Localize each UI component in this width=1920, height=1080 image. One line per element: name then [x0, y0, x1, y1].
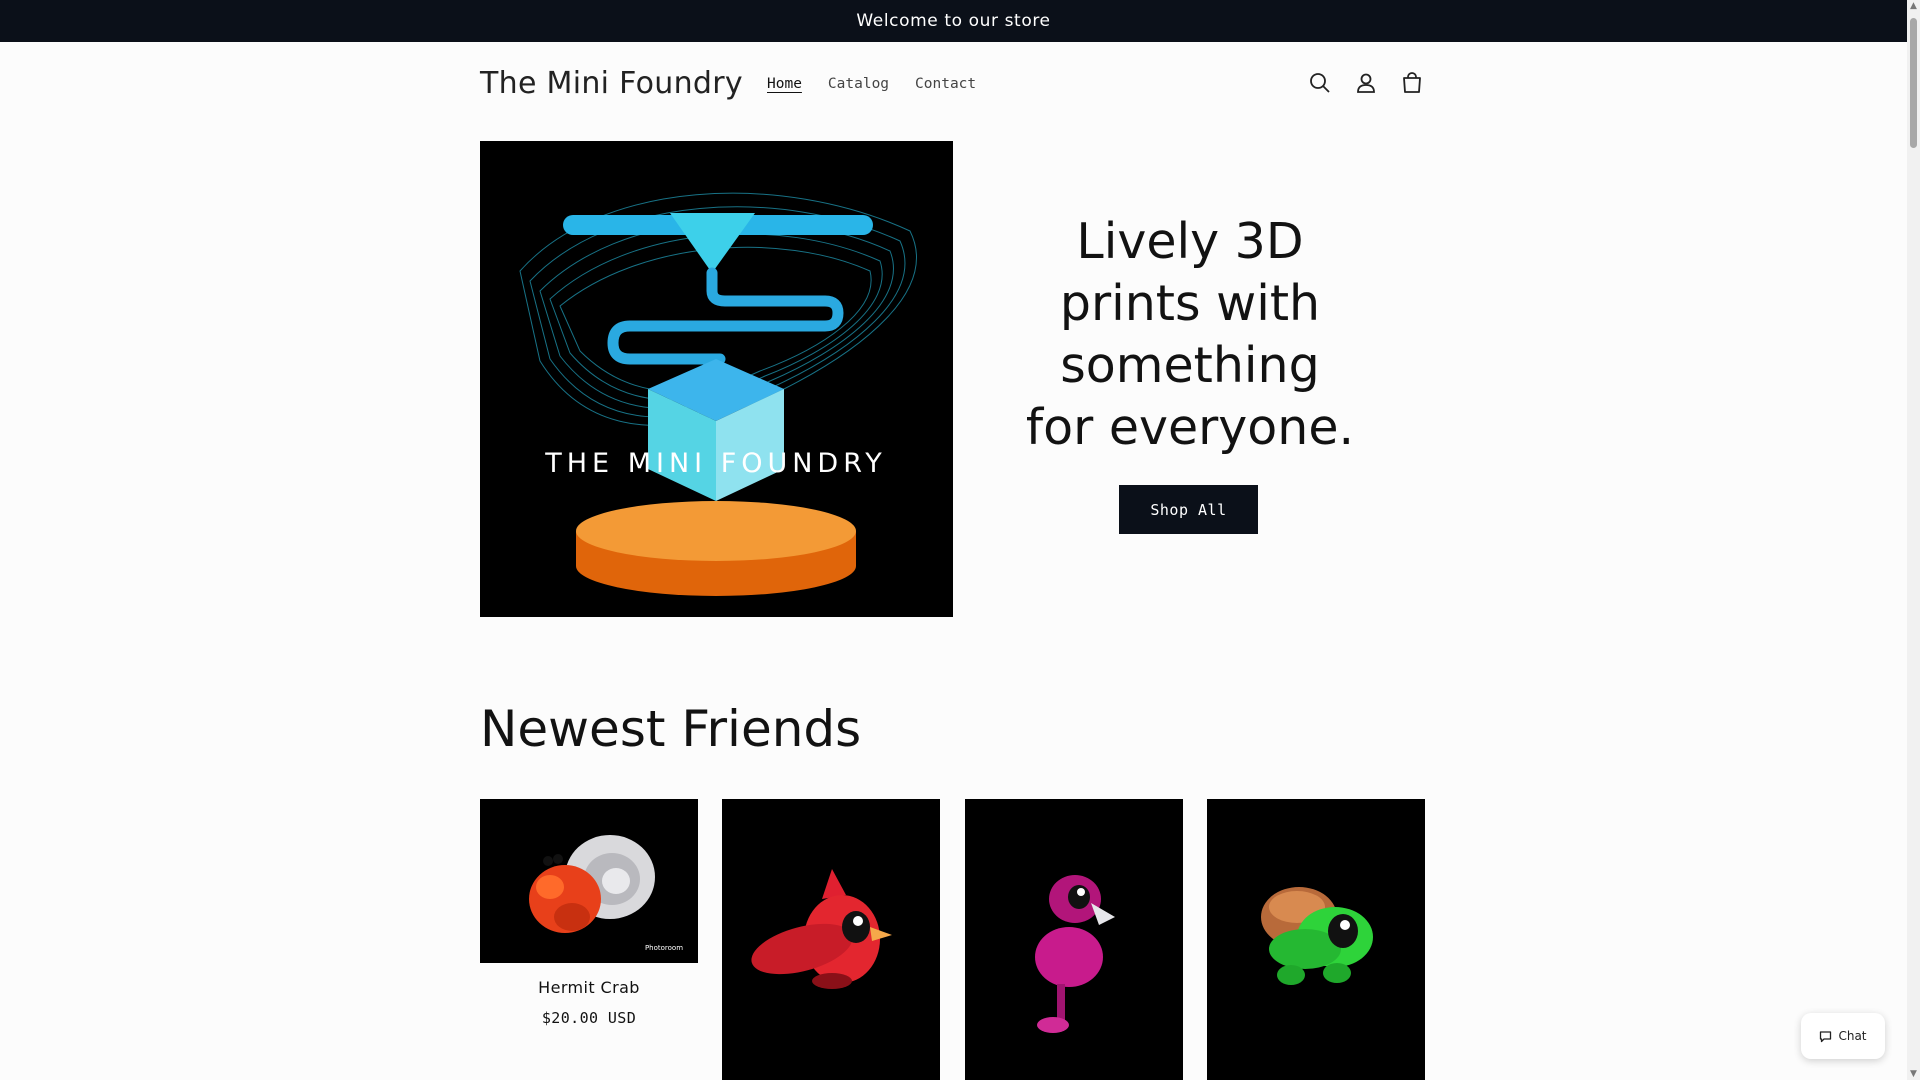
flamingo-image	[1035, 875, 1115, 1033]
cart-icon[interactable]	[1399, 70, 1425, 96]
product-card-turtle[interactable]	[1207, 799, 1425, 1080]
section-title: Newest Friends	[480, 700, 862, 758]
scroll-down-arrow-icon[interactable]: ▼	[1909, 1069, 1918, 1079]
hero-heading-line-4: for everyone.	[1025, 399, 1355, 456]
cardinal-bird-image	[751, 869, 892, 989]
search-icon[interactable]	[1307, 70, 1333, 96]
announcement-bar: Welcome to our store	[0, 0, 1907, 42]
account-icon[interactable]	[1353, 70, 1379, 96]
hero-image: THE MINI FOUNDRY	[480, 141, 953, 617]
hero-heading-line-3: something	[1060, 337, 1320, 394]
hero-heading-line-1: Lively 3D	[1076, 213, 1304, 270]
hero-heading-line-2: prints with	[1059, 275, 1321, 332]
shop-all-button[interactable]: Shop All	[1119, 485, 1258, 534]
turtle-image	[1261, 887, 1373, 985]
chat-bubble-icon	[1820, 1030, 1832, 1042]
hero-heading: Lively 3D prints with something for ever…	[1010, 211, 1370, 459]
header-icons	[1307, 70, 1425, 96]
nav-home[interactable]: Home	[766, 74, 803, 94]
hero-image-text: THE MINI FOUNDRY	[544, 448, 887, 479]
nav-contact[interactable]: Contact	[914, 74, 977, 94]
store-logo[interactable]: The Mini Foundry	[480, 66, 743, 101]
site-header: The Mini Foundry Home Catalog Contact	[480, 42, 1425, 127]
product-card-flamingo[interactable]	[965, 799, 1183, 1080]
product-card-cardinal[interactable]	[722, 799, 940, 1080]
scrollbar-thumb[interactable]	[1910, 18, 1917, 148]
photoroom-badge: Photoroom	[645, 944, 683, 952]
product-name[interactable]: Hermit Crab	[480, 978, 698, 997]
nav-catalog[interactable]: Catalog	[827, 74, 890, 94]
scroll-up-arrow-icon[interactable]: ▲	[1909, 1, 1918, 11]
chat-button[interactable]: Chat	[1801, 1013, 1885, 1059]
chat-label: Chat	[1838, 1029, 1867, 1043]
hermit-crab-image: Photoroom	[529, 835, 692, 953]
printer-logo-graphic: THE MINI FOUNDRY	[519, 192, 917, 596]
product-card-hermit-crab[interactable]: Photoroom	[480, 799, 698, 963]
main-nav: Home Catalog Contact	[766, 74, 977, 94]
announcement-text: Welcome to our store	[856, 11, 1051, 31]
product-price: $20.00 USD	[541, 1009, 637, 1027]
page-scrollbar[interactable]: ▲ ▼	[1907, 0, 1920, 1080]
